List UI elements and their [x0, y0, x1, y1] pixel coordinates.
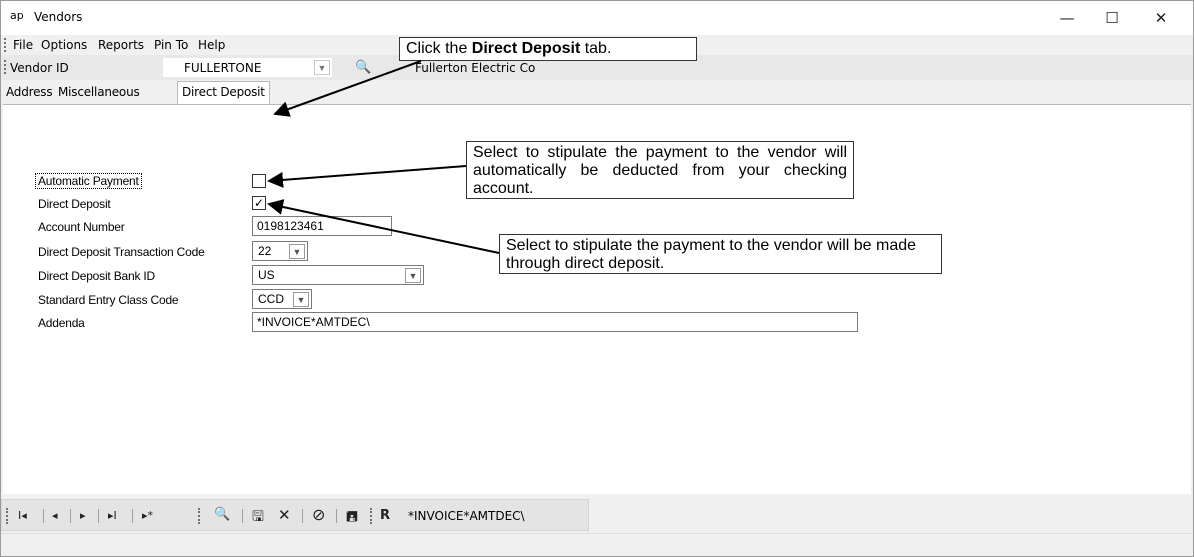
separator: [70, 509, 71, 523]
transaction-code-select[interactable]: 22 ▼: [252, 241, 308, 261]
chevron-down-icon[interactable]: ▼: [314, 60, 330, 75]
callout-tab-bold: Direct Deposit: [471, 40, 581, 57]
delete-icon[interactable]: ✕: [278, 506, 291, 524]
toolbar-grip-icon[interactable]: [4, 60, 7, 74]
vendor-id-combo[interactable]: FULLERTONE ▼: [162, 57, 333, 78]
close-button[interactable]: ✕: [1141, 5, 1181, 31]
separator: [43, 509, 44, 523]
nav-grip-icon[interactable]: [6, 508, 8, 524]
vendors-window: ap Vendors — ☐ ✕ File Options Reports Pi…: [0, 0, 1194, 557]
callout-direct-deposit: Select to stipulate the payment to the v…: [499, 234, 942, 274]
nav-grip-icon[interactable]: [198, 508, 200, 524]
tab-direct-deposit[interactable]: Direct Deposit: [177, 81, 270, 105]
title-bar: ap Vendors — ☐ ✕: [1, 1, 1193, 35]
menu-file[interactable]: File: [13, 38, 33, 52]
first-record-icon[interactable]: I◂: [18, 509, 27, 522]
save-new-icon[interactable]: 🖪: [346, 506, 358, 530]
bank-id-value: US: [258, 268, 275, 282]
binoculars-find-icon[interactable]: 🔍: [214, 507, 230, 522]
chevron-down-icon[interactable]: ▼: [293, 292, 309, 307]
binoculars-search-icon[interactable]: 🔍: [355, 59, 371, 75]
vendor-name: Fullerton Electric Co: [415, 61, 536, 75]
direct-deposit-label: Direct Deposit: [38, 197, 111, 211]
chevron-down-icon[interactable]: ▼: [405, 268, 421, 283]
separator: [336, 509, 337, 523]
nav-grip-icon[interactable]: [370, 508, 372, 524]
vendor-id-label: Vendor ID: [10, 61, 69, 75]
addenda-label: Addenda: [38, 316, 85, 330]
cancel-icon[interactable]: ⊘: [312, 505, 325, 524]
menu-options[interactable]: Options: [41, 38, 87, 52]
maximize-button[interactable]: ☐: [1092, 5, 1132, 31]
account-number-label: Account Number: [38, 220, 125, 234]
transaction-code-label: Direct Deposit Transaction Code: [38, 245, 205, 259]
transaction-code-value: 22: [258, 244, 272, 258]
minimize-button[interactable]: —: [1047, 5, 1087, 31]
direct-deposit-checkbox[interactable]: ✓: [252, 196, 266, 210]
automatic-payment-checkbox[interactable]: [252, 174, 266, 188]
account-number-input[interactable]: 0198123461: [252, 216, 392, 236]
callout-tab-suffix: tab.: [580, 40, 612, 57]
save-icon[interactable]: 🖫: [252, 506, 264, 530]
addenda-input[interactable]: *INVOICE*AMTDEC\: [252, 312, 858, 332]
addenda-display: *INVOICE*AMTDEC\: [408, 509, 525, 523]
navigation-strip: I◂ ◂ ▸ ▸I ▸* 🔍 🖫 ✕ ⊘ 🖪 R *INVOICE*AMTDEC…: [1, 499, 589, 531]
bank-id-select[interactable]: US ▼: [252, 265, 424, 285]
menu-grip-icon[interactable]: [4, 38, 7, 52]
automatic-payment-label: Automatic Payment: [35, 173, 142, 189]
tab-miscellaneous[interactable]: Miscellaneous: [58, 85, 140, 99]
menu-help[interactable]: Help: [198, 38, 225, 52]
app-icon: ap: [10, 9, 24, 22]
sec-code-label: Standard Entry Class Code: [38, 293, 179, 307]
menu-reports[interactable]: Reports: [98, 38, 144, 52]
callout-direct-deposit-tab: Click the Direct Deposit tab.: [399, 37, 697, 61]
new-record-icon[interactable]: ▸*: [142, 509, 153, 522]
separator: [242, 509, 243, 523]
separator: [98, 509, 99, 523]
sec-code-value: CCD: [258, 292, 284, 306]
tab-strip: Address Miscellaneous Direct Deposit: [1, 81, 1193, 105]
chevron-down-icon[interactable]: ▼: [289, 244, 305, 259]
separator: [302, 509, 303, 523]
sec-code-select[interactable]: CCD ▼: [252, 289, 312, 309]
callout-tab-prefix: Click the: [406, 40, 472, 57]
status-bar: [1, 533, 1193, 556]
separator: [132, 509, 133, 523]
bank-id-label: Direct Deposit Bank ID: [38, 269, 155, 283]
vendor-id-value: FULLERTONE: [184, 61, 262, 75]
last-record-icon[interactable]: ▸I: [108, 509, 117, 522]
callout-automatic-payment: Select to stipulate the payment to the v…: [466, 141, 854, 199]
record-navigation-bar: I◂ ◂ ▸ ▸I ▸* 🔍 🖫 ✕ ⊘ 🖪 R *INVOICE*AMTDEC…: [1, 497, 1193, 533]
previous-record-icon[interactable]: ◂: [52, 509, 58, 522]
tab-address[interactable]: Address: [6, 85, 53, 99]
report-icon[interactable]: R: [380, 508, 390, 523]
window-title: Vendors: [34, 10, 83, 24]
next-record-icon[interactable]: ▸: [80, 509, 86, 522]
menu-pin-to[interactable]: Pin To: [154, 38, 188, 52]
